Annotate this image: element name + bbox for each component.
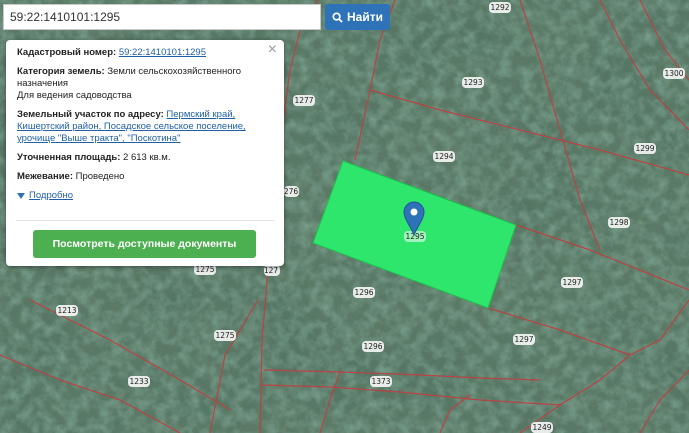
- svg-text:1297: 1297: [514, 335, 533, 344]
- svg-text:1275: 1275: [195, 265, 214, 274]
- search-button-label: Найти: [347, 10, 383, 24]
- area-label: Уточненная площадь:: [17, 152, 121, 163]
- svg-text:1296: 1296: [363, 342, 382, 351]
- svg-text:1275: 1275: [215, 331, 234, 340]
- address-link-line2[interactable]: Кишертский район, Посадское сельское пос…: [17, 121, 246, 132]
- address-label: Земельный участок по адресу:: [17, 109, 164, 120]
- svg-text:1277: 1277: [294, 96, 313, 105]
- area-row: Уточненная площадь: 2 613 кв.м.: [17, 152, 274, 164]
- search-bar: [3, 4, 321, 30]
- survey-row: Межевание: Проведено: [17, 171, 274, 183]
- more-details-label[interactable]: Подробно: [29, 190, 73, 201]
- cadastral-row: Кадастровый номер: 59:22:1410101:1295: [17, 47, 274, 59]
- parcel-info-popup: × Кадастровый номер: 59:22:1410101:1295 …: [6, 40, 284, 266]
- svg-text:1296: 1296: [354, 288, 373, 297]
- parcel-label[interactable]: 1297: [561, 277, 583, 288]
- parcel-label[interactable]: 1300: [663, 68, 685, 79]
- svg-text:1249: 1249: [532, 423, 551, 432]
- parcel-label[interactable]: 1294: [433, 151, 455, 162]
- cadastral-label: Кадастровый номер:: [17, 47, 117, 58]
- svg-text:1300: 1300: [664, 69, 683, 78]
- category-label: Категория земель:: [17, 66, 105, 77]
- svg-text:1213: 1213: [57, 306, 76, 315]
- more-details-link[interactable]: Подробно: [17, 190, 274, 201]
- parcel-label[interactable]: 1292: [489, 2, 511, 13]
- svg-text:1297: 1297: [562, 278, 581, 287]
- address-link-line1[interactable]: Пермский край,: [166, 109, 235, 120]
- svg-text:276: 276: [284, 187, 299, 196]
- parcel-label[interactable]: 1296: [362, 341, 384, 352]
- search-input[interactable]: [4, 5, 320, 29]
- category-value-line1: Земли сельскохозяйственного: [107, 66, 242, 77]
- svg-text:1292: 1292: [490, 3, 509, 12]
- parcel-label[interactable]: 1233: [128, 376, 150, 387]
- address-row: Земельный участок по адресу: Пермский кр…: [17, 109, 274, 145]
- parcel-label[interactable]: 1213: [56, 305, 78, 316]
- svg-text:1294: 1294: [434, 152, 453, 161]
- popup-divider: [16, 220, 274, 221]
- parcel-label[interactable]: 127: [264, 265, 280, 276]
- parcel-label[interactable]: 276: [284, 186, 299, 197]
- svg-text:1298: 1298: [609, 218, 628, 227]
- parcel-label[interactable]: 1298: [608, 217, 630, 228]
- view-documents-button[interactable]: Посмотреть доступные документы: [33, 230, 256, 258]
- cadastral-link[interactable]: 59:22:1410101:1295: [119, 47, 206, 58]
- parcel-label[interactable]: 1277: [293, 95, 315, 106]
- svg-text:1293: 1293: [463, 78, 482, 87]
- search-button[interactable]: Найти: [325, 4, 390, 30]
- svg-text:1233: 1233: [129, 377, 148, 386]
- svg-text:1373: 1373: [371, 377, 390, 386]
- address-link-line3[interactable]: урочище "Выше тракта", "Поскотина": [17, 133, 180, 144]
- land-use: Для ведения садоводства: [17, 90, 132, 101]
- caret-down-icon: [17, 192, 25, 199]
- survey-value: Проведено: [75, 171, 125, 182]
- survey-label: Межевание:: [17, 171, 73, 182]
- parcel-label[interactable]: 1249: [531, 422, 553, 433]
- category-value-line2: назначения: [17, 78, 69, 89]
- category-row: Категория земель: Земли сельскохозяйстве…: [17, 66, 274, 102]
- parcel-label[interactable]: 1297: [513, 334, 535, 345]
- svg-text:127: 127: [264, 266, 279, 275]
- area-value: 2 613 кв.м.: [123, 152, 171, 163]
- parcel-label[interactable]: 1299: [634, 143, 656, 154]
- parcel-label[interactable]: 1373: [370, 376, 392, 387]
- parcel-label[interactable]: 1275: [214, 330, 236, 341]
- parcel-label[interactable]: 1296: [353, 287, 375, 298]
- search-icon: [332, 11, 343, 23]
- svg-text:1299: 1299: [635, 144, 654, 153]
- parcel-label[interactable]: 1293: [462, 77, 484, 88]
- close-icon[interactable]: ×: [268, 41, 277, 59]
